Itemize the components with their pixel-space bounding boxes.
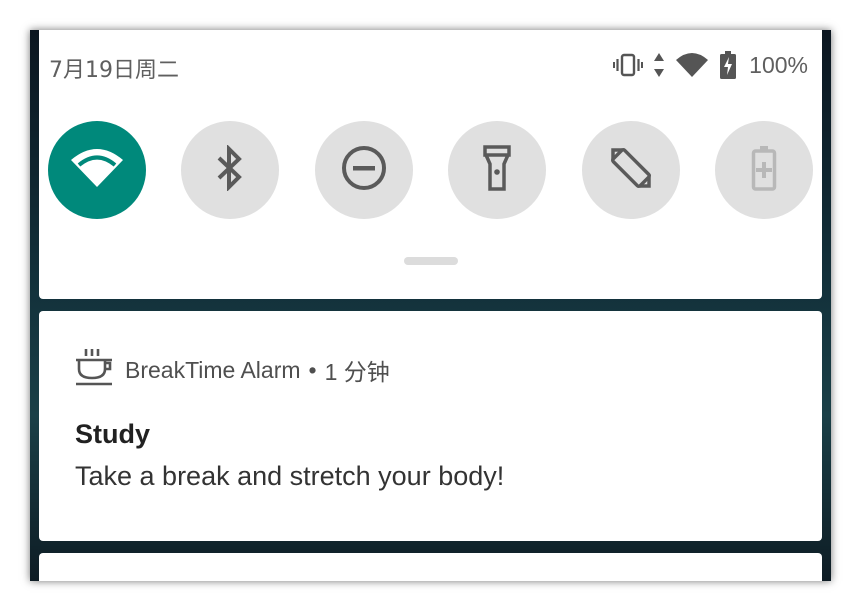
data-arrows-icon xyxy=(653,52,665,78)
tile-wifi[interactable] xyxy=(48,121,146,219)
battery-charging-icon xyxy=(719,51,737,79)
tile-auto-rotate[interactable] xyxy=(582,121,680,219)
rotate-icon xyxy=(608,145,654,196)
drag-handle[interactable] xyxy=(404,257,458,265)
notification-shade: 7月19日周二 100% BreakTime Alarm • 1 分钟 Stud… xyxy=(30,30,831,581)
notification-text: Take a break and stretch your body! xyxy=(75,461,505,491)
vibrate-icon xyxy=(613,53,644,77)
battery-saver-icon xyxy=(751,145,777,196)
next-notification-card[interactable] xyxy=(39,553,822,581)
coffee-cup-icon xyxy=(75,347,113,393)
dnd-icon xyxy=(341,145,387,196)
quick-settings-panel: 7月19日周二 100% xyxy=(39,30,822,299)
tile-flashlight[interactable] xyxy=(448,121,546,219)
notification-header: BreakTime Alarm • 1 分钟 xyxy=(75,347,390,393)
wifi-icon xyxy=(69,147,125,194)
notification-card[interactable]: BreakTime Alarm • 1 分钟 Study Take a brea… xyxy=(39,311,822,541)
notification-separator: • xyxy=(308,356,317,383)
tile-battery-saver[interactable] xyxy=(715,121,813,219)
wifi-icon xyxy=(675,52,709,78)
quick-settings-tiles xyxy=(48,121,814,219)
notification-time: 1 分钟 xyxy=(324,359,390,385)
flashlight-icon xyxy=(482,144,512,197)
tile-do-not-disturb[interactable] xyxy=(315,121,413,219)
tile-bluetooth[interactable] xyxy=(181,121,279,219)
bluetooth-icon xyxy=(215,143,245,196)
notification-title: Study xyxy=(75,419,151,449)
battery-percent: 100% xyxy=(749,51,808,78)
notification-app-name: BreakTime Alarm xyxy=(125,356,301,383)
status-icons: 100% xyxy=(613,50,808,80)
status-date: 7月19日周二 xyxy=(49,58,179,83)
